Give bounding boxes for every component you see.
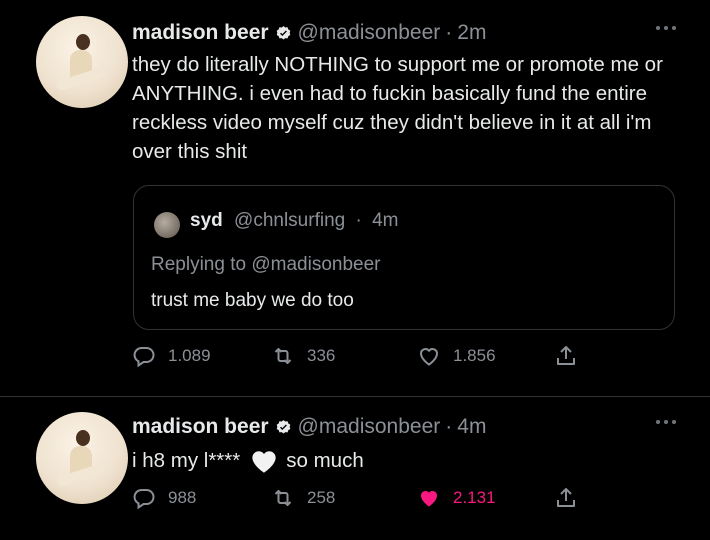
quoted-timestamp: 4m — [372, 210, 399, 231]
share-icon — [557, 346, 575, 365]
timestamp[interactable]: 2m — [457, 21, 486, 45]
reply-icon — [133, 489, 155, 510]
reply-icon — [133, 347, 155, 368]
action-bar: 988 258 2.131 — [132, 486, 602, 514]
more-icon[interactable] — [656, 26, 676, 30]
tweet-text-end: so much — [286, 449, 364, 472]
like-icon — [421, 491, 437, 507]
like-button[interactable]: 1.856 — [417, 344, 496, 368]
author-handle[interactable]: @madisonbeer — [298, 415, 441, 439]
quoted-author-name: syd — [190, 210, 223, 231]
like-count: 1.856 — [453, 346, 496, 365]
tweet[interactable]: madison beer @madisonbeer · 4m i h8 my l… — [0, 398, 710, 540]
replying-to: Replying to @madisonbeer — [151, 254, 380, 276]
retweet-count: 258 — [307, 488, 336, 507]
separator-dot: · — [445, 415, 453, 438]
reply-button[interactable]: 1.089 — [132, 344, 211, 368]
tweet-divider — [0, 396, 710, 397]
verified-badge-icon — [276, 419, 290, 434]
tweet-text-start: i h8 my l**** — [132, 449, 241, 472]
avatar[interactable] — [36, 412, 128, 504]
tweet[interactable]: madison beer @madisonbeer · 2m they do l… — [0, 0, 710, 396]
retweet-icon — [274, 490, 292, 506]
quoted-header: syd @chnlsurfing · 4m — [190, 210, 399, 232]
action-bar: 1.089 336 1.856 — [132, 344, 602, 372]
tweet-header: madison beer @madisonbeer · 4m — [132, 414, 486, 440]
reply-button[interactable]: 988 — [132, 486, 196, 510]
quoted-handle: @chnlsurfing — [234, 210, 346, 231]
reply-count: 988 — [168, 488, 197, 507]
tweet-text: they do literally NOTHING to support me … — [132, 53, 663, 163]
tweet-header: madison beer @madisonbeer · 2m — [132, 20, 486, 46]
avatar[interactable] — [36, 16, 128, 108]
author-name[interactable]: madison beer — [132, 415, 269, 439]
quoted-text: trust me baby we do too — [151, 290, 354, 311]
retweet-button[interactable]: 336 — [271, 344, 335, 368]
separator-dot: · — [445, 21, 453, 44]
timestamp[interactable]: 4m — [457, 415, 486, 439]
white-heart-icon — [252, 450, 276, 473]
share-button[interactable] — [554, 344, 578, 368]
like-button[interactable]: 2.131 — [417, 486, 496, 510]
retweet-icon — [274, 348, 292, 364]
replying-handle[interactable]: @madisonbeer — [251, 254, 380, 275]
retweet-button[interactable]: 258 — [271, 486, 335, 510]
reply-count: 1.089 — [168, 346, 211, 365]
quoted-avatar[interactable] — [154, 212, 180, 238]
quoted-tweet[interactable]: syd @chnlsurfing · 4m Replying to @madis… — [133, 185, 675, 330]
retweet-count: 336 — [307, 346, 336, 365]
more-icon[interactable] — [656, 420, 676, 424]
replying-label: Replying to — [151, 254, 247, 275]
author-name[interactable]: madison beer — [132, 21, 269, 45]
like-icon — [419, 348, 439, 366]
author-handle[interactable]: @madisonbeer — [298, 21, 441, 45]
like-count: 2.131 — [453, 488, 496, 507]
separator-dot: · — [355, 210, 362, 231]
verified-badge-icon — [276, 25, 290, 40]
share-button[interactable] — [554, 486, 578, 510]
tweet-text: i h8 my l**** so much — [132, 446, 692, 475]
share-icon — [557, 488, 575, 507]
